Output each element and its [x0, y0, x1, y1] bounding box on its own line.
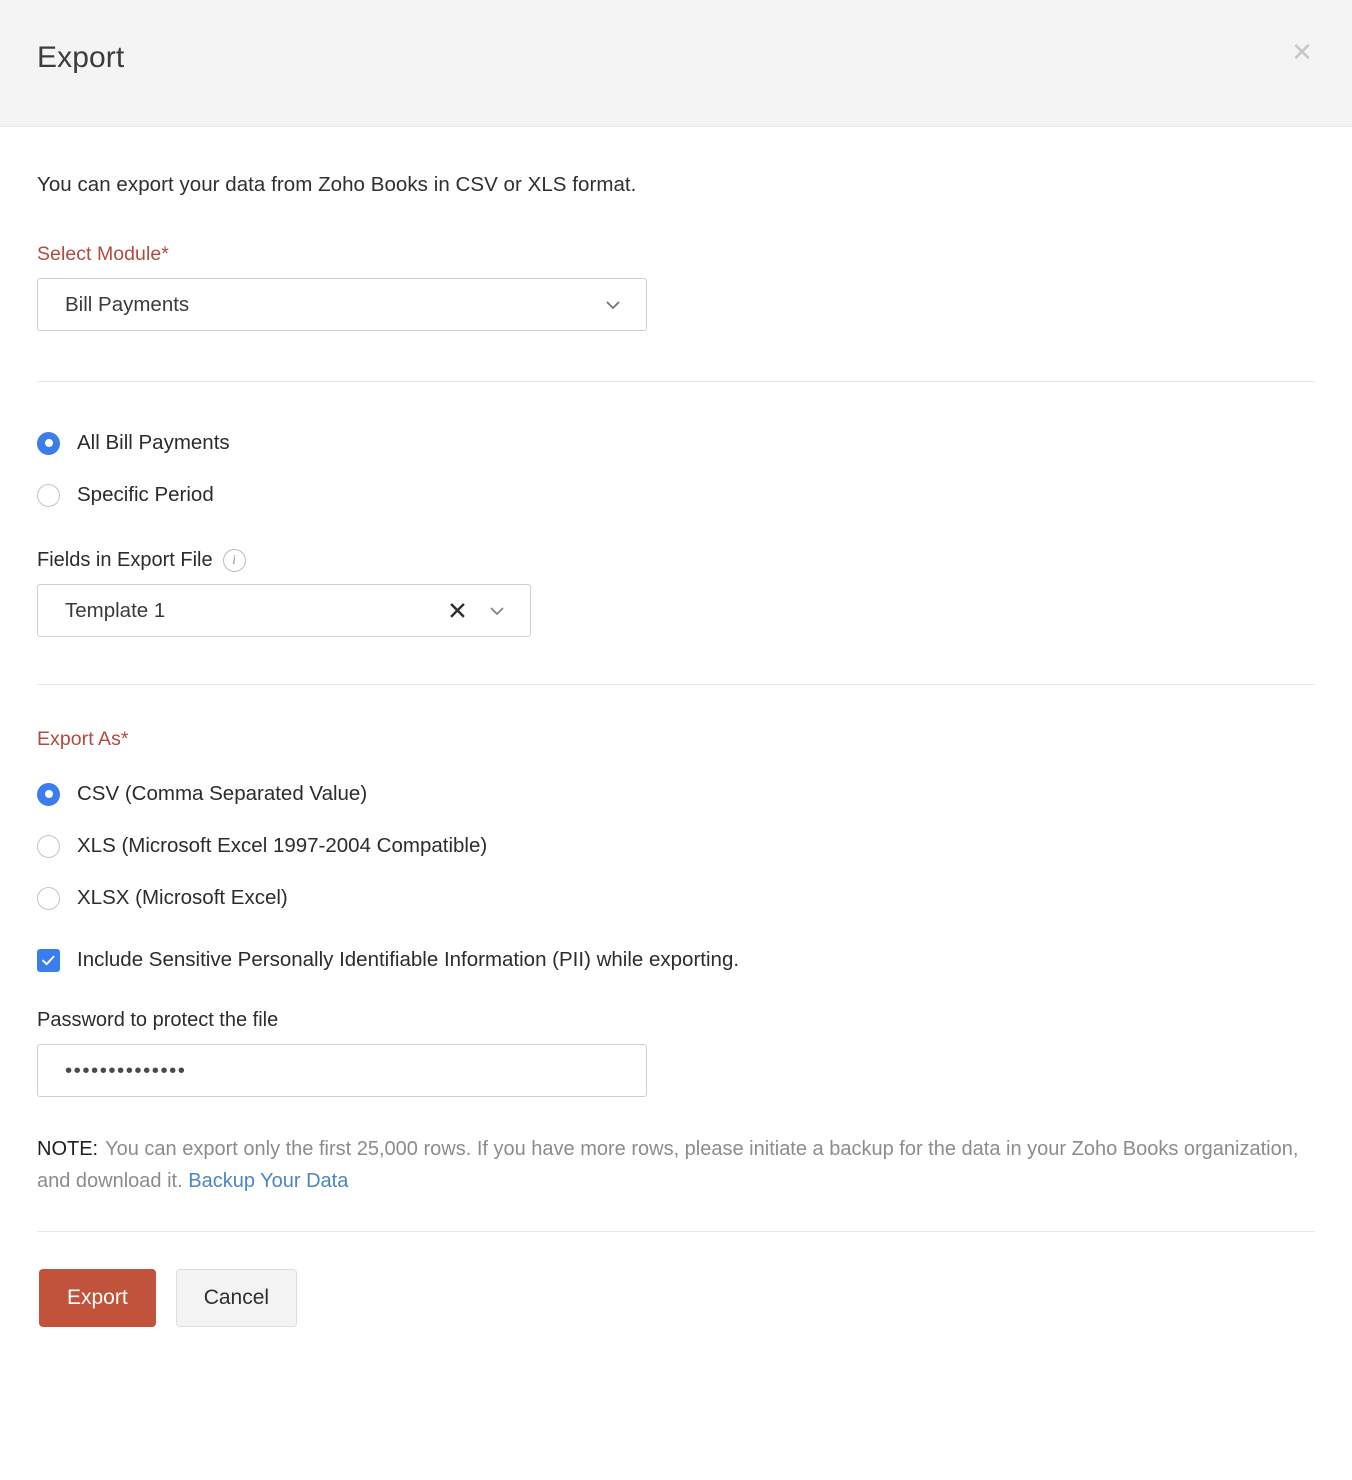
divider-2: [37, 684, 1315, 685]
backup-your-data-link[interactable]: Backup Your Data: [188, 1170, 348, 1192]
divider-1: [37, 381, 1315, 382]
password-label: Password to protect the file: [37, 1009, 279, 1031]
radio-indicator: [37, 483, 60, 507]
note-prefix: NOTE:: [37, 1138, 99, 1160]
info-icon[interactable]: i: [222, 549, 246, 572]
export-button[interactable]: Export: [39, 1268, 156, 1327]
close-icon[interactable]: ✕: [1285, 36, 1319, 70]
radio-indicator: [37, 834, 60, 858]
radio-label: Specific Period: [77, 483, 214, 506]
fields-in-export-file-label: Fields in Export File i: [37, 549, 1315, 572]
chevron-down-icon: [604, 296, 622, 314]
cancel-button[interactable]: Cancel: [175, 1268, 298, 1327]
radio-label: XLS (Microsoft Excel 1997-2004 Compatibl…: [77, 834, 488, 857]
radio-label: CSV (Comma Separated Value): [77, 782, 368, 805]
checkmark-icon: [37, 948, 60, 972]
template-dropdown[interactable]: Template 1 ✕: [37, 584, 531, 637]
page-title: Export: [37, 41, 125, 74]
select-module-label: Select Module*: [37, 243, 169, 265]
radio-xlsx[interactable]: XLSX (Microsoft Excel): [37, 881, 1315, 915]
radio-indicator: [37, 782, 60, 806]
radio-xls[interactable]: XLS (Microsoft Excel 1997-2004 Compatibl…: [37, 829, 1315, 863]
radio-label: XLSX (Microsoft Excel): [77, 886, 288, 909]
dialog-footer: Export Cancel: [0, 1232, 1352, 1327]
radio-all-bill-payments[interactable]: All Bill Payments: [37, 426, 1315, 460]
dialog-header: Export ✕: [0, 0, 1352, 127]
password-input[interactable]: ••••••••••••••: [37, 1044, 647, 1097]
select-module-value: Bill Payments: [65, 292, 190, 316]
radio-csv[interactable]: CSV (Comma Separated Value): [37, 777, 1315, 811]
checkbox-include-pii[interactable]: Include Sensitive Personally Identifiabl…: [37, 948, 1315, 972]
scope-radio-group: All Bill Payments Specific Period: [37, 426, 1315, 512]
export-as-label: Export As*: [37, 728, 129, 750]
intro-text: You can export your data from Zoho Books…: [37, 173, 637, 196]
radio-specific-period[interactable]: Specific Period: [37, 478, 1315, 512]
checkbox-label: Include Sensitive Personally Identifiabl…: [77, 948, 740, 971]
radio-indicator: [37, 431, 60, 455]
radio-label: All Bill Payments: [77, 431, 230, 454]
divider-3: [37, 1230, 1315, 1232]
chevron-down-icon: [488, 602, 506, 620]
clear-x-icon[interactable]: ✕: [447, 598, 468, 623]
note-text: NOTE: You can export only the first 25,00…: [37, 1133, 1315, 1198]
export-dialog: Export ✕ You can export your data from Z…: [0, 0, 1352, 1480]
select-module-dropdown[interactable]: Bill Payments: [37, 278, 647, 331]
dialog-body: You can export your data from Zoho Books…: [0, 127, 1352, 1232]
export-as-radio-group: CSV (Comma Separated Value) XLS (Microso…: [37, 777, 1315, 915]
fields-label-text: Fields in Export File: [37, 549, 213, 571]
radio-indicator: [37, 886, 60, 910]
template-value: Template 1: [65, 598, 166, 622]
